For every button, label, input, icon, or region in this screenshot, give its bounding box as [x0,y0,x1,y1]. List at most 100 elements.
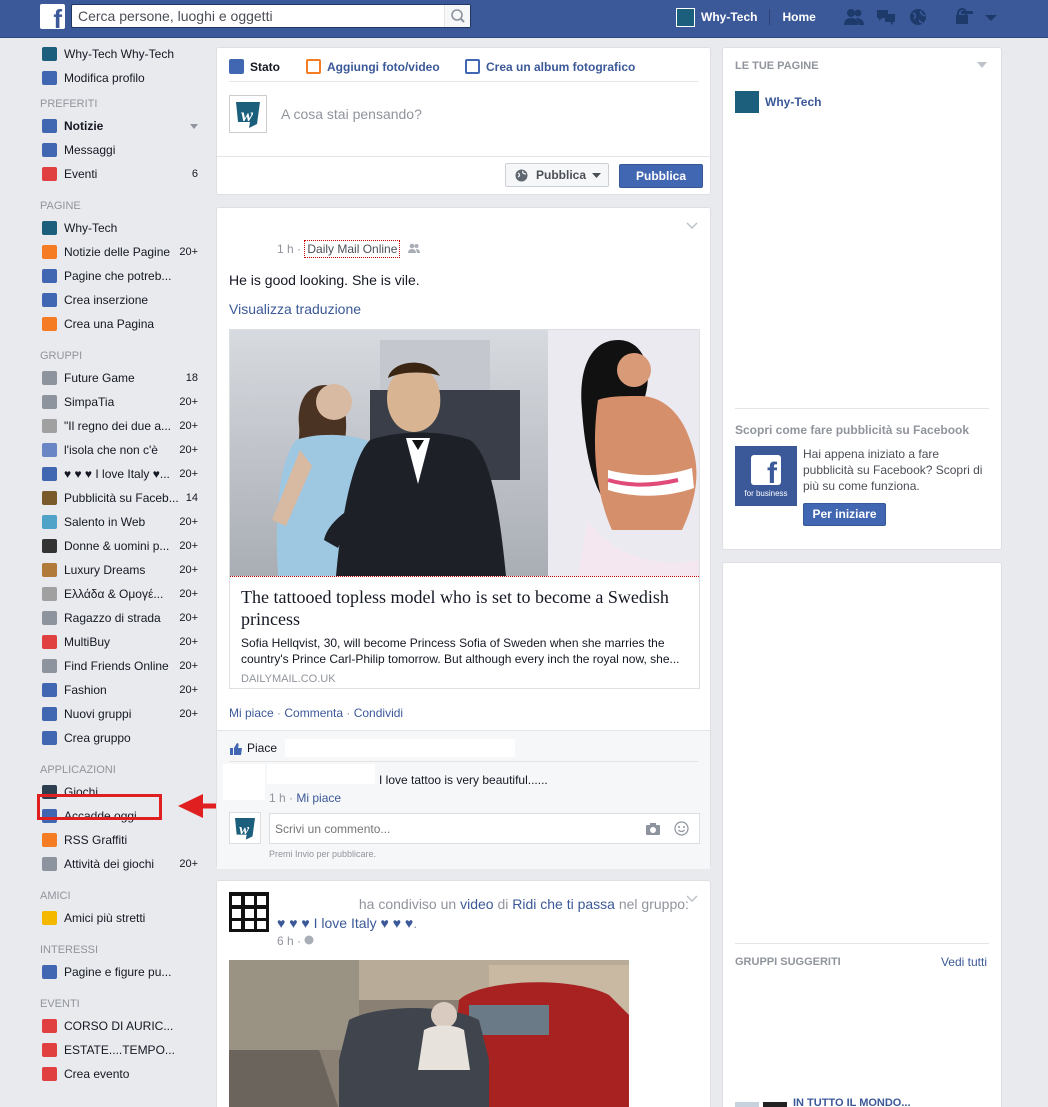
camera-icon[interactable] [645,822,661,836]
commenter-name[interactable] [267,764,375,784]
likes-label[interactable]: Piace [247,741,277,755]
nav-item-eventi[interactable]: Eventi 6 [38,162,208,186]
tab-add-photo-video[interactable]: Aggiungi foto/video [306,59,440,74]
messages-icon[interactable] [875,7,897,27]
group-thumbnail[interactable] [735,1102,759,1107]
link-preview[interactable]: The tattooed topless model who is set to… [229,329,700,689]
nav-item-notizie-delle-pagine[interactable]: Notizie delle Pagine 20+ [38,240,208,264]
nav-item-label: Messaggi [64,143,116,157]
nav-item-label: Amici più stretti [64,911,146,925]
nav-item-amici-pi-stretti[interactable]: Amici più stretti [38,906,208,930]
post-source[interactable]: Daily Mail Online [304,240,401,258]
tab-create-album[interactable]: Crea un album fotografico [465,59,635,74]
nav-item-ragazzo-di-strada[interactable]: Ragazzo di strada 20+ [38,606,208,630]
nav-item-pagine-che-potreb[interactable]: Pagine che potreb... [38,264,208,288]
friend-requests-icon[interactable] [843,7,865,27]
nav-item-crea-inserzione[interactable]: Crea inserzione [38,288,208,312]
get-started-button[interactable]: Per iniziare [803,503,886,526]
comment-like-link[interactable]: Mi piace [296,791,341,805]
nav-item-fashion[interactable]: Fashion 20+ [38,678,208,702]
facebook-logo-icon[interactable]: f [40,4,65,32]
nav-item-nuovi-gruppi[interactable]: Nuovi gruppi 20+ [38,702,208,726]
nav-item-simpatia[interactable]: SimpaTia 20+ [38,390,208,414]
post-timestamp[interactable]: 1 h [277,242,294,256]
group-link[interactable]: ♥ ♥ ♥ I love Italy ♥ ♥ ♥ [277,915,413,931]
divider [230,576,699,577]
nav-item-modifica-profilo[interactable]: Modifica profilo [38,66,208,90]
see-all-link[interactable]: Vedi tutti [941,955,987,969]
notifications-globe-icon[interactable] [907,7,929,27]
nav-item-estate-tempo[interactable]: ESTATE....TEMPO... [38,1038,208,1062]
avatar[interactable] [223,764,265,800]
nav-item-rss-graffiti[interactable]: RSS Graffiti [38,828,208,852]
nav-item-why-tech[interactable]: Why-Tech [38,216,208,240]
page-avatar-icon[interactable] [735,91,759,113]
post-timestamp[interactable]: 6 h [277,934,294,948]
globe-icon[interactable] [304,935,314,945]
privacy-shortcuts-icon[interactable] [953,7,975,27]
nav-section-title[interactable]: Gruppi [38,342,208,366]
comment-input[interactable] [270,814,630,843]
account-menu-chevron-down-icon[interactable] [980,7,1002,27]
page-link[interactable]: Ridi che ti passa [512,896,615,912]
nav-section-title[interactable]: Eventi [38,990,208,1014]
link-title[interactable]: The tattooed topless model who is set to… [241,586,681,630]
avatar[interactable] [229,892,269,932]
post-options-chevron-icon[interactable] [686,222,698,230]
nav-item-multibuy[interactable]: MultiBuy 20+ [38,630,208,654]
nav-item-crea-gruppo[interactable]: Crea gruppo [38,726,208,750]
search-input[interactable] [72,5,442,27]
chevron-down-icon[interactable] [977,62,987,69]
avatar[interactable] [676,7,695,27]
group-people-icon [42,467,57,481]
nav-item-notizie[interactable]: Notizie [38,114,208,138]
share-link[interactable]: Condividi [354,706,403,720]
page-link-why-tech[interactable]: Why-Tech [765,95,821,109]
nav-item-crea-una-pagina[interactable]: Crea una Pagina [38,312,208,336]
in-text: nel [618,896,638,912]
nav-section-title[interactable]: Applicazioni [38,756,208,780]
suggested-group-name[interactable]: IN TUTTO IL MONDO... [793,1097,911,1107]
like-link[interactable]: Mi piace [229,706,274,720]
nav-section-title[interactable]: Pagine [38,192,208,216]
nav-item-label: Crea una Pagina [64,317,155,331]
nav-item-donne-uomini-p[interactable]: Donne & uomini p... 20+ [38,534,208,558]
nav-item-i-love-italy[interactable]: ♥ ♥ ♥ I love Italy ♥... 20+ [38,462,208,486]
nav-item-why-tech-why-tech[interactable]: Why-Tech Why-Tech [38,42,208,66]
emoji-icon[interactable] [674,821,689,836]
nav-item-pubblicit-su-faceb[interactable]: Pubblicità su Faceb... 14 [38,486,208,510]
see-translation-link[interactable]: Visualizza traduzione [229,301,361,317]
facebook-for-business-logo[interactable]: f for business [735,446,797,506]
nav-item-il-regno-dei-due-a[interactable]: "Il regno dei due a... 20+ [38,414,208,438]
nav-item-crea-evento[interactable]: Crea evento [38,1062,208,1086]
search-button[interactable] [444,5,470,27]
nav-item-item[interactable]: Ελλάδα & Ομογέ... 20+ [38,582,208,606]
nav-item-l-isola-che-non-c[interactable]: l'isola che non c'è 20+ [38,438,208,462]
publish-button[interactable]: Pubblica [619,164,703,188]
divider [735,943,989,944]
nav-section-title[interactable]: Interessi [38,936,208,960]
video-thumbnail[interactable] [229,960,629,1107]
nav-item-messaggi[interactable]: Messaggi [38,138,208,162]
nav-item-attivit-dei-giochi[interactable]: Attività dei giochi 20+ [38,852,208,876]
friends-audience-icon[interactable] [407,243,420,253]
privacy-selector-button[interactable]: Pubblica [505,163,609,187]
nav-section-title[interactable]: Preferiti [38,90,208,114]
comment-timestamp[interactable]: 1 h [269,791,286,805]
comment-link[interactable]: Commenta [284,706,343,720]
status-input[interactable]: A cosa stai pensando? [281,106,422,122]
ad-section-title[interactable]: Scopri come fare pubblicità su Facebook [735,423,969,437]
nav-item-luxury-dreams[interactable]: Luxury Dreams 20+ [38,558,208,582]
nav-item-corso-di-auric[interactable]: CORSO DI AURIC... [38,1014,208,1038]
nav-item-find-friends-online[interactable]: Find Friends Online 20+ [38,654,208,678]
video-link[interactable]: video [460,896,493,912]
nav-item-future-game[interactable]: Future Game 18 [38,366,208,390]
chevron-down-icon[interactable] [190,124,198,129]
group-thumbnail[interactable] [763,1102,787,1107]
tab-status[interactable]: Stato [229,59,280,74]
nav-item-salento-in-web[interactable]: Salento in Web 20+ [38,510,208,534]
profile-link[interactable]: Why-Tech [701,10,757,24]
home-link[interactable]: Home [782,10,815,24]
nav-item-pagine-e-figure-pu[interactable]: Pagine e figure pu... [38,960,208,984]
nav-section-title[interactable]: Amici [38,882,208,906]
